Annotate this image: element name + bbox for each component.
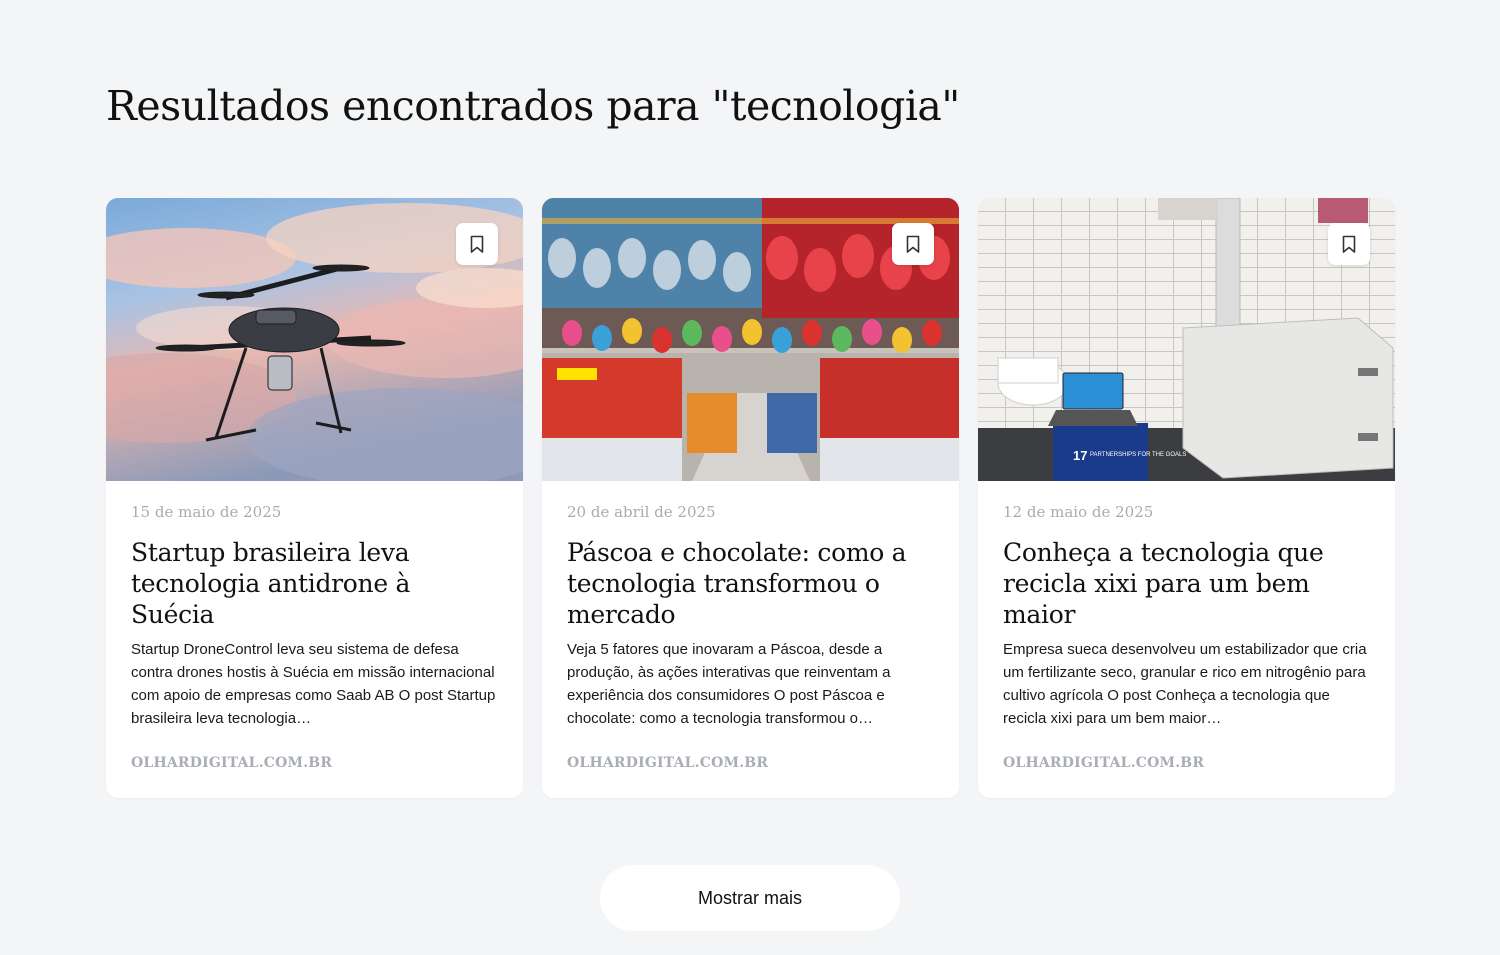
news-card-image[interactable] (542, 198, 959, 481)
results-list: 15 de maio de 2025 Startup brasileira le… (106, 198, 1395, 798)
bookmark-icon (1342, 235, 1356, 253)
news-source: OLHARDIGITAL.COM.BR (1003, 755, 1205, 771)
news-summary: Startup DroneControl leva seu sistema de… (131, 641, 496, 727)
page-title: Resultados encontrados para "tecnologia" (106, 82, 960, 130)
news-card[interactable]: 15 de maio de 2025 Startup brasileira le… (106, 198, 523, 798)
news-summary: Empresa sueca desenvolveu um estabilizad… (1003, 641, 1367, 727)
news-source: OLHARDIGITAL.COM.BR (567, 755, 769, 771)
news-source: OLHARDIGITAL.COM.BR (131, 755, 333, 771)
news-card[interactable]: 17 PARTNERSHIPS FOR THE GOALS 12 de maio… (978, 198, 1395, 798)
stand-caption: PARTNERSHIPS FOR THE GOALS (1090, 452, 1186, 458)
news-summary: Veja 5 fatores que inovaram a Páscoa, de… (567, 641, 891, 727)
news-date: 20 de abril de 2025 (567, 503, 716, 521)
news-card-image[interactable]: 17 PARTNERSHIPS FOR THE GOALS (978, 198, 1395, 481)
news-title[interactable]: Conheça a tecnologia que recicla xixi pa… (1003, 537, 1370, 630)
news-title[interactable]: Startup brasileira leva tecnologia antid… (131, 537, 498, 630)
news-card-image[interactable] (106, 198, 523, 481)
news-title[interactable]: Páscoa e chocolate: como a tecnologia tr… (567, 537, 934, 630)
bookmark-button[interactable] (1328, 223, 1370, 265)
show-more-button[interactable]: Mostrar mais (600, 865, 900, 931)
news-card[interactable]: 20 de abril de 2025 Páscoa e chocolate: … (542, 198, 959, 798)
stand-number: 17 (1073, 448, 1087, 463)
bookmark-button[interactable] (892, 223, 934, 265)
bookmark-icon (906, 235, 920, 253)
bookmark-button[interactable] (456, 223, 498, 265)
news-date: 15 de maio de 2025 (131, 503, 282, 521)
bookmark-icon (470, 235, 484, 253)
news-date: 12 de maio de 2025 (1003, 503, 1154, 521)
